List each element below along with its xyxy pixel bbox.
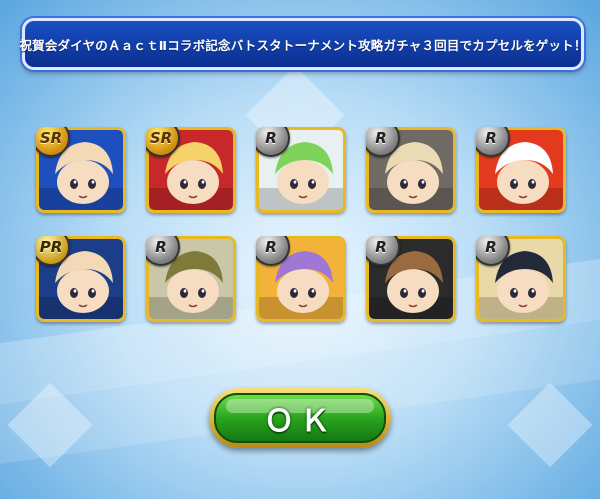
gacha-result-grid: SR SR R R R PR R R R R	[36, 122, 568, 328]
result-card-brown-hair-boy[interactable]: R	[366, 236, 456, 322]
result-card-curly-hair-goggles[interactable]: R	[146, 236, 236, 322]
result-card-purple-hair-glasses[interactable]: R	[256, 236, 346, 322]
ok-button-face[interactable]: ＯＫ	[214, 393, 386, 443]
result-card-hero-white-helmet[interactable]: R	[476, 127, 566, 213]
result-card-boy-blonde-hair[interactable]: R	[366, 127, 456, 213]
result-card-batter-blue-helmet[interactable]: SR	[36, 127, 126, 213]
result-card-girl-blonde-red-cap[interactable]: SR	[146, 127, 236, 213]
background-diamond	[507, 382, 593, 468]
result-card-captain-hat-girl[interactable]: R	[476, 236, 566, 322]
banner-title: 祝賀会ダイヤのＡａｃｔⅡコラボ記念バトスタトーナメント攻略ガチャ３回目でカプセル…	[19, 37, 587, 53]
result-card-batter-blue-helmet-2[interactable]: PR	[36, 236, 126, 322]
ok-button-label: ＯＫ	[264, 404, 336, 439]
title-banner: 祝賀会ダイヤのＡａｃｔⅡコラボ記念バトスタトーナメント攻略ガチャ３回目でカプセル…	[19, 18, 587, 70]
ok-button[interactable]: ＯＫ	[209, 388, 391, 448]
result-card-boy-green-hair[interactable]: R	[256, 127, 346, 213]
